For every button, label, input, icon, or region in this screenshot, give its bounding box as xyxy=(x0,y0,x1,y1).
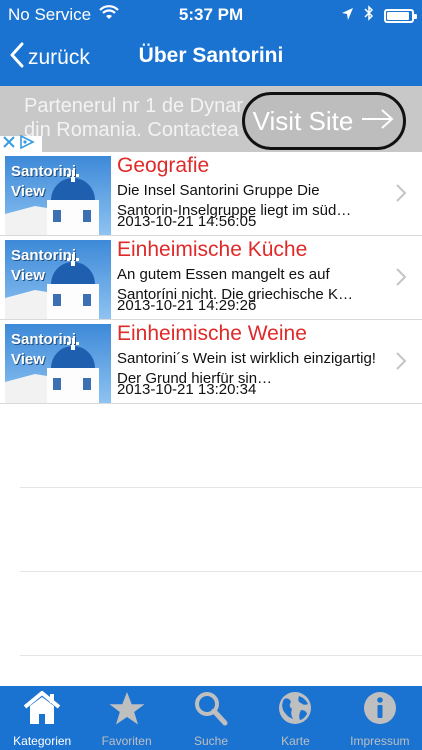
article-date: 2013-10-21 14:56:05 xyxy=(117,213,257,230)
globe-icon xyxy=(275,690,315,731)
tab-label: Favoriten xyxy=(101,734,152,748)
article-row-geografie[interactable]: Santorini View Geografie Die Insel Santor… xyxy=(0,152,422,236)
tab-suche[interactable]: Suche xyxy=(169,686,253,750)
ad-banner[interactable]: Partenerul nr 1 de Dynar din Romania. Co… xyxy=(0,86,422,152)
article-date: 2013-10-21 13:20:34 xyxy=(117,381,257,398)
chevron-right-icon xyxy=(396,268,407,291)
status-right xyxy=(341,5,417,26)
santorini-thumbnail: Santorini View xyxy=(5,240,111,319)
chevron-right-icon xyxy=(396,184,407,207)
article-title: Geografie xyxy=(117,154,210,177)
arrow-right-icon xyxy=(361,106,395,137)
thumbnail-text: Santorini View xyxy=(11,163,77,200)
battery-icon xyxy=(384,8,417,23)
thumbnail-text: Santorini View xyxy=(11,247,77,284)
home-icon xyxy=(22,690,62,731)
empty-row xyxy=(20,572,422,656)
ad-text: Partenerul nr 1 de Dynar din Romania. Co… xyxy=(24,94,243,142)
nav-bar: zurück Über Santorini xyxy=(0,30,422,86)
visit-site-label: Visit Site xyxy=(252,105,354,136)
santorini-thumbnail: Santorini View xyxy=(5,156,111,235)
empty-row xyxy=(20,488,422,572)
status-bar: No Service 5:37 PM xyxy=(0,0,422,30)
article-row-kueche[interactable]: Santorini View Einheimische Küche An gute… xyxy=(0,236,422,320)
tab-label: Kategorien xyxy=(13,734,72,748)
article-title: Einheimische Küche xyxy=(117,238,308,261)
article-title: Einheimische Weine xyxy=(117,322,307,345)
empty-row xyxy=(20,404,422,488)
tab-kategorien[interactable]: Kategorien xyxy=(0,686,84,750)
tab-label: Suche xyxy=(194,734,229,748)
article-row-weine[interactable]: Santorini View Einheimische Weine Santori… xyxy=(0,320,422,404)
close-x-icon xyxy=(2,135,16,154)
tab-impressum[interactable]: Impressum xyxy=(338,686,422,750)
header: No Service 5:37 PM zurück Über Santorini xyxy=(0,0,422,86)
location-arrow-icon xyxy=(341,6,354,26)
page-title: Über Santorini xyxy=(138,44,284,67)
ad-line-2: din Romania. Contactea xyxy=(24,119,239,141)
visit-site-button[interactable]: Visit Site xyxy=(242,92,406,150)
info-icon xyxy=(360,690,400,731)
tab-label: Impressum xyxy=(350,734,410,748)
santorini-thumbnail: Santorini View xyxy=(5,324,111,403)
article-list: Santorini View Geografie Die Insel Santor… xyxy=(0,152,422,656)
bluetooth-icon xyxy=(364,5,374,26)
thumbnail-text: Santorini View xyxy=(11,331,77,368)
tab-bar: Kategorien Favoriten Suche Karte Impress… xyxy=(0,686,422,750)
ad-line-1: Partenerul nr 1 de Dynar xyxy=(24,95,244,117)
chevron-right-icon xyxy=(396,352,407,375)
adchoices-icon xyxy=(18,134,36,154)
tab-favoriten[interactable]: Favoriten xyxy=(84,686,168,750)
search-icon xyxy=(191,690,231,731)
star-icon xyxy=(107,690,147,731)
tab-label: Karte xyxy=(281,734,310,748)
adchoices-badge[interactable] xyxy=(0,134,42,154)
battery-fill xyxy=(387,11,409,20)
tab-karte[interactable]: Karte xyxy=(253,686,337,750)
article-date: 2013-10-21 14:29:26 xyxy=(117,297,257,314)
